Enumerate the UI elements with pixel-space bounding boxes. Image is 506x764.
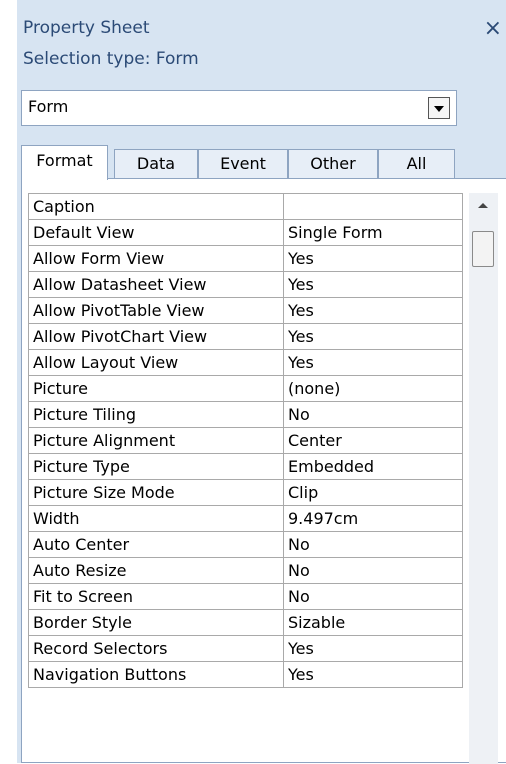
property-name: Caption (28, 193, 284, 220)
property-row[interactable]: Default View Single Form (28, 219, 463, 246)
property-name: Auto Resize (28, 557, 284, 584)
scroll-up-arrow-icon[interactable] (478, 203, 488, 208)
property-value[interactable]: Yes (283, 661, 463, 688)
property-row[interactable]: Allow Layout View Yes (28, 349, 463, 376)
property-value[interactable]: Yes (283, 245, 463, 272)
property-name: Picture (28, 375, 284, 402)
property-value[interactable]: Center (283, 427, 463, 454)
property-value[interactable]: Yes (283, 271, 463, 298)
property-tabs: Format Data Event Other All (21, 145, 501, 180)
property-value[interactable]: No (283, 531, 463, 558)
property-name: Picture Tiling (28, 401, 284, 428)
property-row[interactable]: Navigation Buttons Yes (28, 661, 463, 688)
tab-format[interactable]: Format (21, 145, 108, 180)
property-row[interactable]: Auto Center No (28, 531, 463, 558)
property-row[interactable]: Auto Resize No (28, 557, 463, 584)
property-name: Picture Type (28, 453, 284, 480)
property-value[interactable]: 9.497cm (283, 505, 463, 532)
property-row[interactable]: Record Selectors Yes (28, 635, 463, 662)
property-row[interactable]: Allow Datasheet View Yes (28, 271, 463, 298)
property-row[interactable]: Fit to Screen No (28, 583, 463, 610)
property-row[interactable]: Width 9.497cm (28, 505, 463, 532)
property-value[interactable]: (none) (283, 375, 463, 402)
property-name: Allow PivotTable View (28, 297, 284, 324)
chevron-down-icon[interactable] (428, 97, 450, 119)
property-name: Navigation Buttons (28, 661, 284, 688)
tab-data[interactable]: Data (114, 149, 198, 178)
property-row[interactable]: Allow PivotChart View Yes (28, 323, 463, 350)
object-selector-dropdown[interactable]: Form (21, 90, 457, 126)
property-value[interactable]: No (283, 557, 463, 584)
selection-type-label: Selection type: Form (23, 49, 199, 69)
tab-other[interactable]: Other (288, 149, 378, 178)
tab-all[interactable]: All (378, 149, 455, 178)
property-row[interactable]: Caption (28, 193, 463, 220)
scroll-thumb[interactable] (472, 231, 494, 267)
property-value[interactable]: Clip (283, 479, 463, 506)
property-value[interactable]: Yes (283, 297, 463, 324)
property-row[interactable]: Picture Tiling No (28, 401, 463, 428)
property-name: Allow PivotChart View (28, 323, 284, 350)
property-value[interactable]: Single Form (283, 219, 463, 246)
property-name: Picture Alignment (28, 427, 284, 454)
property-row[interactable]: Picture Size Mode Clip (28, 479, 463, 506)
property-value[interactable]: No (283, 583, 463, 610)
property-row[interactable]: Allow Form View Yes (28, 245, 463, 272)
property-name: Picture Size Mode (28, 479, 284, 506)
property-value[interactable] (283, 193, 463, 220)
property-row[interactable]: Border Style Sizable (28, 609, 463, 636)
vertical-scrollbar[interactable] (469, 193, 498, 764)
property-value[interactable]: Embedded (283, 453, 463, 480)
property-value[interactable]: Yes (283, 349, 463, 376)
property-row[interactable]: Allow PivotTable View Yes (28, 297, 463, 324)
tab-event[interactable]: Event (198, 149, 288, 178)
property-row[interactable]: Picture Alignment Center (28, 427, 463, 454)
property-value[interactable]: No (283, 401, 463, 428)
property-row[interactable]: Picture Type Embedded (28, 453, 463, 480)
property-name: Allow Form View (28, 245, 284, 272)
property-name: Default View (28, 219, 284, 246)
property-list-frame: Caption Default View Single Form Allow Form… (21, 178, 506, 764)
panel-title: Property Sheet (23, 18, 150, 38)
property-value[interactable]: Yes (283, 323, 463, 350)
property-row[interactable]: Picture (none) (28, 375, 463, 402)
property-value[interactable]: Sizable (283, 609, 463, 636)
property-name: Border Style (28, 609, 284, 636)
property-name: Record Selectors (28, 635, 284, 662)
property-name: Fit to Screen (28, 583, 284, 610)
property-name: Allow Layout View (28, 349, 284, 376)
property-value[interactable]: Yes (283, 635, 463, 662)
property-name: Allow Datasheet View (28, 271, 284, 298)
title-bar: Property Sheet × (17, 0, 506, 42)
property-grid: Caption Default View Single Form Allow Form… (28, 193, 463, 688)
property-name: Auto Center (28, 531, 284, 558)
object-selector-value: Form (28, 97, 69, 116)
close-icon[interactable]: × (484, 18, 502, 40)
property-name: Width (28, 505, 284, 532)
property-sheet-panel: Property Sheet × Selection type: Form Fo… (17, 0, 506, 764)
